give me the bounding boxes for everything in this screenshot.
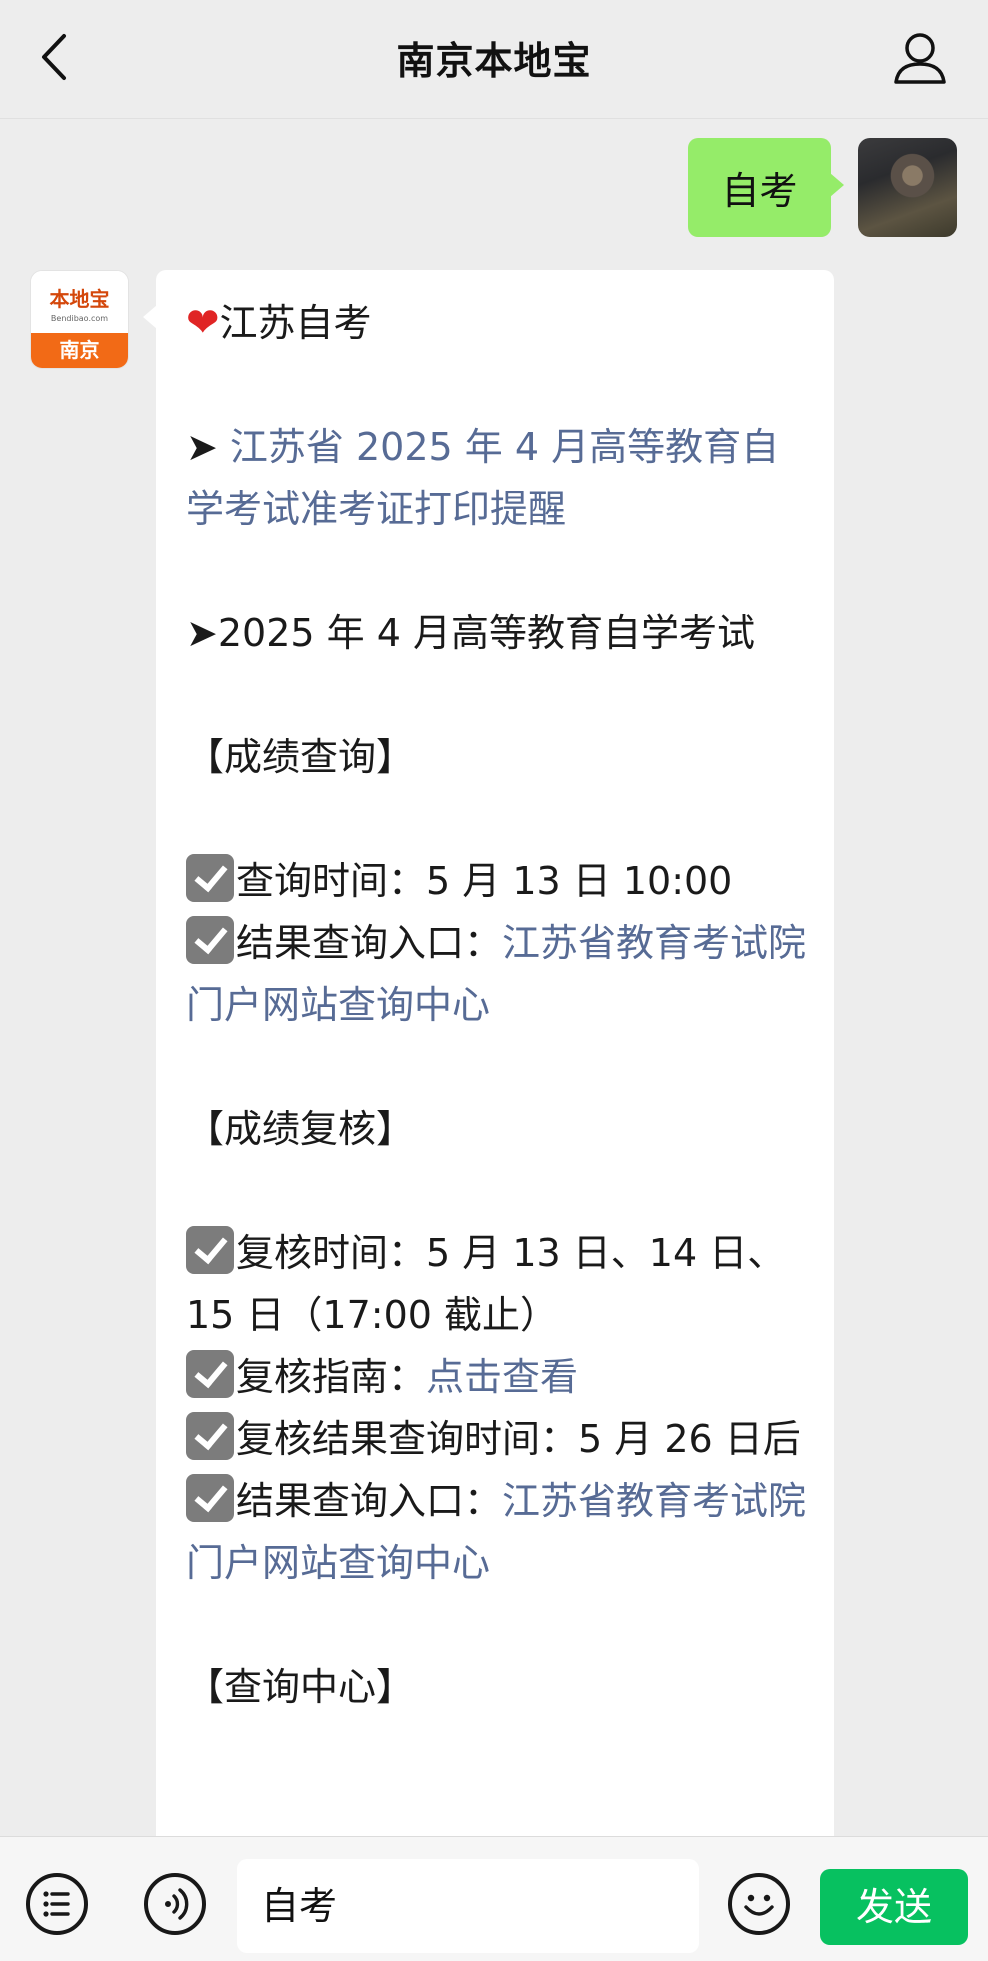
voice-button[interactable] — [144, 1873, 206, 1935]
review-time-line: 复核时间：5 月 13 日、14 日、15 日（17:00 截止） — [186, 1222, 816, 1346]
logo-subtext: Bendibao.com — [50, 314, 109, 323]
message-input[interactable]: 自考 — [237, 1859, 699, 1953]
heart-icon: ❤ — [186, 300, 220, 346]
send-button[interactable]: 发送 — [820, 1869, 968, 1945]
account-avatar[interactable]: 本地宝 Bendibao.com 南京 — [30, 270, 129, 369]
outgoing-message[interactable]: 自考 — [688, 138, 831, 237]
voice-icon — [165, 1888, 189, 1920]
navigation-bar: 南京本地宝 — [0, 0, 988, 119]
list-menu-icon — [43, 1891, 70, 1917]
incoming-message-text: ❤江苏自考 ➤ 江苏省 2025 年 4 月高等教育自学考试准考证打印提醒 ➤2… — [186, 292, 816, 1718]
result-entry2-line: 结果查询入口：江苏省教育考试院门户网站查询中心 — [186, 1470, 816, 1594]
menu-button[interactable] — [26, 1873, 88, 1935]
section-score-review: 【成绩复核】 — [186, 1107, 415, 1151]
incoming-message[interactable]: ❤江苏自考 ➤ 江苏省 2025 年 4 月高等教育自学考试准考证打印提醒 ➤2… — [156, 270, 834, 1836]
review-guide-line: 复核指南：点击查看 — [186, 1346, 816, 1408]
checkbox-icon — [186, 1226, 234, 1274]
section-score-query: 【成绩查询】 — [186, 735, 415, 779]
query-time-line: 查询时间：5 月 13 日 10:00 — [186, 850, 816, 912]
review-guide-label: 复核指南： — [236, 1355, 427, 1399]
query-time-text: 查询时间：5 月 13 日 10:00 — [236, 859, 733, 903]
review-result-time-text: 复核结果查询时间：5 月 26 日后 — [236, 1417, 801, 1461]
review-guide-link[interactable]: 点击查看 — [426, 1355, 578, 1399]
logo-text: 本地宝 — [49, 287, 110, 311]
profile-button[interactable] — [886, 26, 954, 92]
checkbox-icon — [186, 1412, 234, 1460]
result-entry-label: 结果查询入口： — [236, 921, 503, 965]
input-bar: 自考 发送 — [0, 1836, 988, 1961]
arrow-prefix: ➤ — [186, 425, 230, 469]
heading-text: 江苏自考 — [219, 301, 372, 345]
admission-ticket-link[interactable]: 江苏省 2025 年 4 月高等教育自学考试准考证打印提醒 — [186, 425, 779, 531]
checkbox-icon — [186, 916, 234, 964]
message-line-arrow2: ➤2025 年 4 月高等教育自学考试 — [186, 611, 755, 655]
checkbox-icon — [186, 1350, 234, 1398]
person-icon — [894, 33, 946, 84]
result-entry-line: 结果查询入口：江苏省教育考试院门户网站查询中心 — [186, 912, 816, 1036]
bendibao-logo: 本地宝 Bendibao.com — [31, 271, 128, 335]
incoming-bubble-tail — [143, 305, 157, 329]
outgoing-bubble-tail — [830, 173, 844, 197]
checkbox-icon — [186, 854, 234, 902]
logo-city: 南京 — [31, 333, 128, 368]
chat-area[interactable]: 自考 本地宝 Bendibao.com 南京 ❤江苏自考 ➤ 江苏省 2025 … — [0, 119, 988, 1836]
message-heading: ❤江苏自考 — [186, 292, 816, 354]
result-entry2-label: 结果查询入口： — [236, 1479, 503, 1523]
outgoing-message-text: 自考 — [721, 169, 798, 213]
emoji-button[interactable] — [728, 1873, 790, 1935]
smiley-icon — [744, 1894, 774, 1916]
page-title: 南京本地宝 — [396, 39, 592, 83]
checkbox-icon — [186, 1474, 234, 1522]
section-query-center: 【查询中心】 — [186, 1665, 415, 1709]
message-line-arrow1: ➤ 江苏省 2025 年 4 月高等教育自学考试准考证打印提醒 — [186, 416, 816, 540]
user-avatar[interactable] — [858, 138, 957, 237]
review-result-time-line: 复核结果查询时间：5 月 26 日后 — [186, 1408, 816, 1470]
review-time-text: 复核时间：5 月 13 日、14 日、15 日（17:00 截止） — [186, 1231, 786, 1337]
